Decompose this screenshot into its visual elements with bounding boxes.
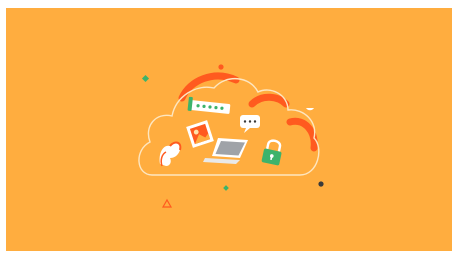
green-small-square-icon	[223, 185, 229, 191]
password-field-icon	[187, 96, 231, 114]
cloud-illustration	[138, 64, 324, 208]
orange-dot-icon	[218, 64, 224, 70]
flexed-arm-icon	[159, 141, 182, 167]
illustration-frame	[0, 0, 457, 259]
green-square-icon	[141, 74, 150, 83]
photo-icon	[186, 120, 214, 148]
dark-dot-icon	[318, 181, 324, 187]
small-triangle-icon	[161, 198, 173, 208]
padlock-icon	[261, 139, 282, 166]
decoration-sparkles	[141, 64, 324, 208]
white-crescent-icon	[306, 108, 314, 111]
chat-bubble-icon	[240, 115, 260, 133]
